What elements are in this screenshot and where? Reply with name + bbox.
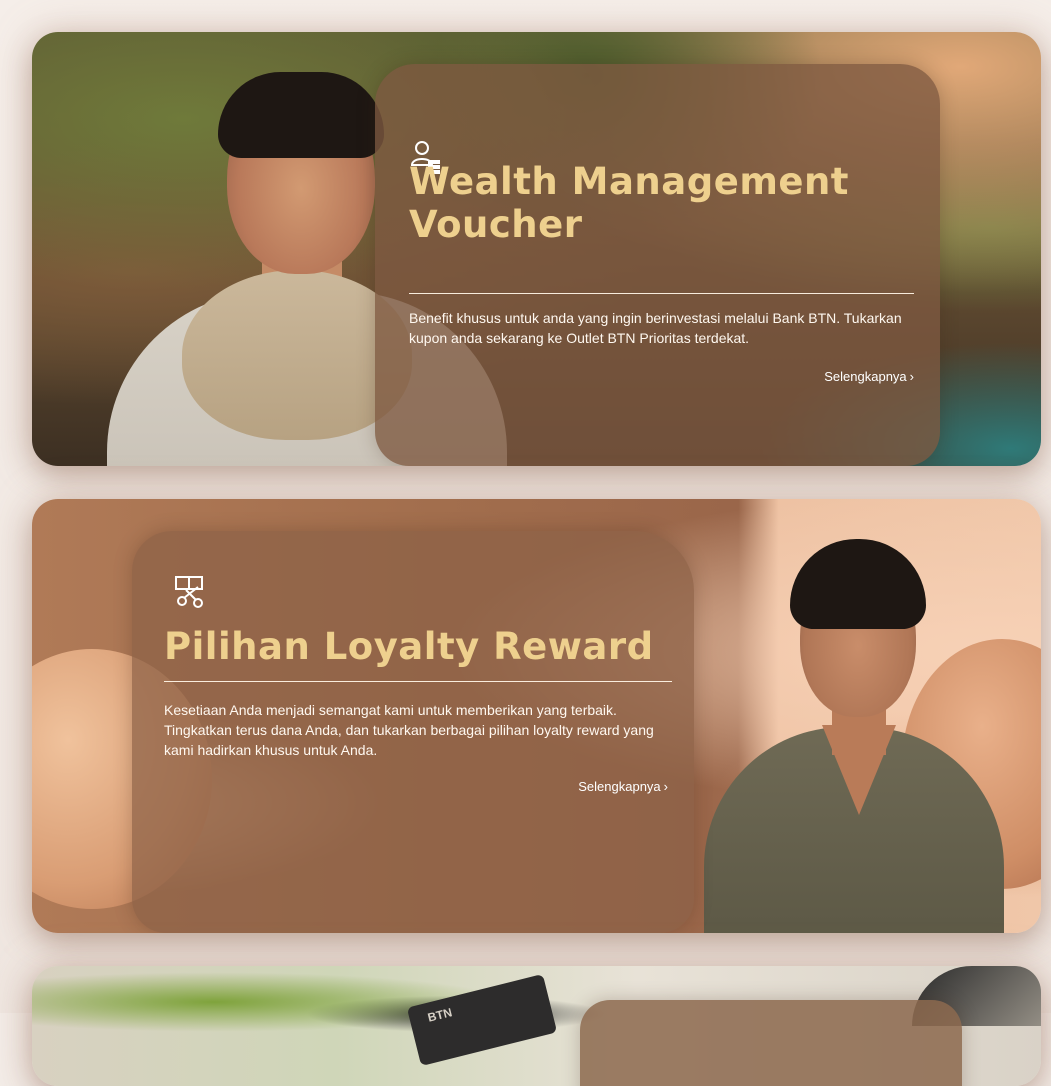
bank-card-label: BTN [426, 1005, 454, 1025]
link-label: Selengkapnya [578, 779, 661, 794]
chevron-right-icon: › [663, 779, 668, 794]
wealth-management-card[interactable]: Wealth Management Voucher Benefit khusus… [32, 32, 1041, 466]
wealth-management-panel: Wealth Management Voucher Benefit khusus… [375, 64, 940, 466]
loyalty-reward-panel: Pilihan Loyalty Reward Kesetiaan Anda me… [132, 531, 694, 933]
gift-scissors-icon [175, 576, 203, 608]
bank-card-image: BTN [406, 973, 558, 1067]
selengkapnya-link[interactable]: Selengkapnya › [578, 779, 668, 794]
card-description: Benefit khusus untuk anda yang ingin ber… [409, 310, 902, 346]
title-divider [409, 293, 914, 294]
selengkapnya-link[interactable]: Selengkapnya › [824, 369, 914, 384]
card-title: Wealth Management Voucher [409, 160, 849, 246]
woman-hair [790, 539, 926, 629]
title-divider [164, 681, 672, 682]
chevron-right-icon: › [909, 369, 914, 384]
loyalty-reward-card[interactable]: Pilihan Loyalty Reward Kesetiaan Anda me… [32, 499, 1041, 933]
card-title: Pilihan Loyalty Reward [164, 625, 654, 668]
card-description: Kesetiaan Anda menjadi semangat kami unt… [164, 702, 654, 758]
third-promo-card[interactable]: BTN [32, 966, 1041, 1086]
link-label: Selengkapnya [824, 369, 907, 384]
man-hair [218, 72, 384, 158]
